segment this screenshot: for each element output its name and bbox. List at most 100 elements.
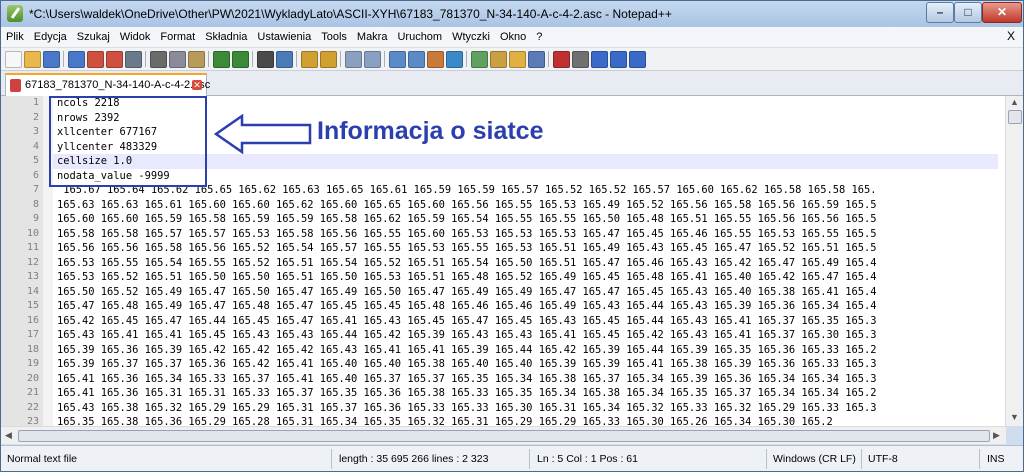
- menu-plik[interactable]: Plik: [1, 27, 29, 45]
- menu-widok[interactable]: Widok: [115, 27, 156, 45]
- copy-icon[interactable]: [169, 51, 186, 68]
- code-line[interactable]: 165.43 165.38 165.32 165.29 165.29 165.3…: [57, 401, 997, 416]
- paste-icon[interactable]: [188, 51, 205, 68]
- find-icon[interactable]: [257, 51, 274, 68]
- toolbar-separator: [145, 51, 146, 67]
- code-line[interactable]: 165.56 165.56 165.58 165.56 165.52 165.5…: [57, 241, 997, 256]
- monitor-icon[interactable]: [528, 51, 545, 68]
- vertical-scrollbar[interactable]: ▲ ▼: [1005, 96, 1023, 426]
- zoom-in-icon[interactable]: [301, 51, 318, 68]
- annotation-arrow-icon: [214, 114, 312, 154]
- scroll-up-icon[interactable]: ▲: [1010, 97, 1019, 107]
- save-all-icon[interactable]: [68, 51, 85, 68]
- scroll-right-icon[interactable]: ▶: [993, 430, 1000, 441]
- code-line[interactable]: 165.41 165.36 165.34 165.33 165.37 165.4…: [57, 372, 997, 387]
- code-line[interactable]: 165.63 165.63 165.61 165.60 165.60 165.6…: [57, 198, 997, 213]
- tab-active-file[interactable]: 67183_781370_N-34-140-A-c-4-2.asc ✕: [5, 73, 211, 96]
- menu-tools[interactable]: Tools: [316, 27, 352, 45]
- menu-uruchom[interactable]: Uruchom: [392, 27, 447, 45]
- status-divider: [529, 449, 530, 469]
- play-macro-icon[interactable]: [591, 51, 608, 68]
- toolbar-separator: [63, 51, 64, 67]
- close-window-button[interactable]: ✕: [982, 2, 1022, 23]
- scroll-down-icon[interactable]: ▼: [1010, 412, 1019, 422]
- minimize-button[interactable]: –: [926, 2, 954, 23]
- line-number: 22: [26, 401, 39, 413]
- menu-edycja[interactable]: Edycja: [29, 27, 72, 45]
- sync-v-icon[interactable]: [345, 51, 362, 68]
- close-icon[interactable]: [87, 51, 104, 68]
- doc-map-icon[interactable]: [471, 51, 488, 68]
- code-line[interactable]: 165.60 165.60 165.59 165.58 165.59 165.5…: [57, 212, 997, 227]
- record-macro-icon[interactable]: [553, 51, 570, 68]
- replace-icon[interactable]: [276, 51, 293, 68]
- code-line[interactable]: 165.39 165.36 165.39 165.42 165.42 165.4…: [57, 343, 997, 358]
- horizontal-scroll-thumb[interactable]: [18, 430, 990, 442]
- title-bar[interactable]: *C:\Users\waldek\OneDrive\Other\PW\2021\…: [1, 1, 1023, 27]
- line-number: 5: [32, 155, 39, 166]
- sync-h-icon[interactable]: [364, 51, 381, 68]
- status-bar: Normal text file length : 35 695 266 lin…: [1, 445, 1023, 471]
- open-file-icon[interactable]: [24, 51, 41, 68]
- status-eol[interactable]: Windows (CR LF): [773, 453, 856, 465]
- window-title: *C:\Users\waldek\OneDrive\Other\PW\2021\…: [29, 7, 672, 21]
- redo-icon[interactable]: [232, 51, 249, 68]
- menu-skladnia[interactable]: Składnia: [200, 27, 252, 45]
- maximize-button[interactable]: □: [954, 2, 982, 23]
- close-document-button[interactable]: X: [1007, 29, 1015, 43]
- new-file-icon[interactable]: [5, 51, 22, 68]
- menu-wtyczki[interactable]: Wtyczki: [447, 27, 495, 45]
- close-all-icon[interactable]: [106, 51, 123, 68]
- cut-icon[interactable]: [150, 51, 167, 68]
- code-line[interactable]: 165.53 165.55 165.54 165.55 165.52 165.5…: [57, 256, 997, 271]
- run-macro-multiple-icon[interactable]: [610, 51, 627, 68]
- line-number: 6: [32, 169, 39, 181]
- menu-ustawienia[interactable]: Ustawienia: [252, 27, 316, 45]
- status-encoding[interactable]: UTF-8: [868, 453, 898, 465]
- word-wrap-icon[interactable]: [389, 51, 406, 68]
- menu-okno[interactable]: Okno: [495, 27, 531, 45]
- code-line[interactable]: 165.53 165.52 165.51 165.50 165.50 165.5…: [57, 270, 997, 285]
- notepadpp-app-icon[interactable]: [7, 5, 23, 22]
- folder-workspace-icon[interactable]: [509, 51, 526, 68]
- line-number: 2: [32, 111, 39, 123]
- horizontal-scrollbar[interactable]: ◀ ▶: [1, 426, 1006, 444]
- code-line[interactable]: 165.42 165.45 165.47 165.44 165.45 165.4…: [57, 314, 997, 329]
- status-divider: [979, 449, 980, 469]
- all-chars-icon[interactable]: [408, 51, 425, 68]
- code-line[interactable]: 165.43 165.41 165.41 165.45 165.43 165.4…: [57, 328, 997, 343]
- status-file-type: Normal text file: [7, 453, 78, 465]
- function-list-icon[interactable]: [490, 51, 507, 68]
- vertical-scroll-thumb[interactable]: [1008, 110, 1022, 124]
- scroll-left-icon[interactable]: ◀: [5, 430, 12, 441]
- line-number: 12: [26, 256, 39, 268]
- menu-help[interactable]: ?: [531, 27, 547, 45]
- code-line[interactable]: 165.35 165.38 165.36 165.29 165.28 165.3…: [57, 415, 997, 426]
- save-icon[interactable]: [43, 51, 60, 68]
- line-number: 8: [32, 198, 39, 210]
- code-line[interactable]: 165.47 165.48 165.49 165.47 165.48 165.4…: [57, 299, 997, 314]
- print-icon[interactable]: [125, 51, 142, 68]
- line-number: 15: [26, 300, 39, 311]
- line-number: 19: [26, 358, 39, 369]
- header-highlight-box: [49, 96, 207, 187]
- undo-icon[interactable]: [213, 51, 230, 68]
- menu-makra[interactable]: Makra: [352, 27, 393, 45]
- code-line[interactable]: 165.50 165.52 165.49 165.47 165.50 165.4…: [57, 285, 997, 300]
- unsaved-file-icon: [10, 79, 21, 92]
- toolbar-separator: [384, 51, 385, 67]
- save-macro-icon[interactable]: [629, 51, 646, 68]
- code-line[interactable]: 165.41 165.36 165.31 165.31 165.33 165.3…: [57, 386, 997, 401]
- stop-macro-icon[interactable]: [572, 51, 589, 68]
- indent-guide-icon[interactable]: [427, 51, 444, 68]
- menu-format[interactable]: Format: [155, 27, 200, 45]
- toolbar: [1, 48, 1023, 71]
- menu-szukaj[interactable]: Szukaj: [72, 27, 115, 45]
- zoom-out-icon[interactable]: [320, 51, 337, 68]
- code-line[interactable]: 165.58 165.58 165.57 165.57 165.53 165.5…: [57, 227, 997, 242]
- tab-label: 67183_781370_N-34-140-A-c-4-2.asc: [25, 79, 211, 91]
- udl-icon[interactable]: [446, 51, 463, 68]
- code-line[interactable]: 165.39 165.37 165.37 165.36 165.42 165.4…: [57, 357, 997, 372]
- tab-close-icon[interactable]: ✕: [192, 80, 202, 90]
- status-insert-mode[interactable]: INS: [987, 453, 1005, 465]
